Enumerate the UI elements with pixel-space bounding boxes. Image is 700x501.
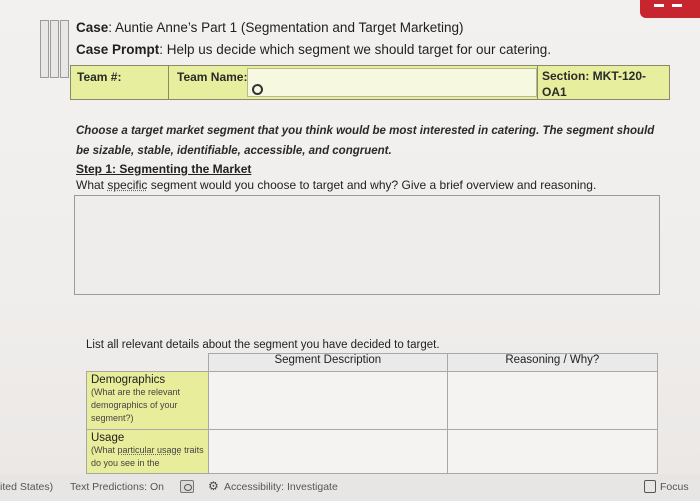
team-number-label: Team #: [77, 70, 122, 84]
row-hint: (What are the relevant demographics of y… [91, 387, 181, 423]
reasoning-cell[interactable] [446, 429, 659, 474]
document-page: Case: Auntie Anne’s Part 1 (Segmentation… [0, 0, 700, 474]
instruction-text: Choose a target market segment that you … [76, 125, 655, 157]
row-label: Demographics (What are the relevant demo… [86, 371, 209, 430]
accessibility-status[interactable]: Accessibility: Investigate [224, 481, 338, 493]
table-header: Reasoning / Why? [446, 353, 659, 372]
language-indicator[interactable]: ited States) [0, 481, 53, 493]
selection-handles [40, 20, 70, 102]
section-line-1: Section: MKT-120- [542, 69, 647, 83]
case-title: Case: Auntie Anne’s Part 1 (Segmentation… [76, 20, 464, 35]
focus-button[interactable]: Focus [660, 481, 689, 493]
hint-emphasis: particular usage [117, 445, 182, 455]
selection-handle [40, 20, 49, 78]
segment-table: Segment Description Reasoning / Why? Dem… [86, 353, 659, 474]
prompt-label: Case Prompt [76, 42, 160, 57]
accessibility-icon[interactable]: ⚙ [208, 479, 219, 493]
team-name-field[interactable] [247, 68, 537, 97]
text-predictions-status[interactable]: Text Predictions: On [70, 481, 164, 493]
answer-text-box[interactable] [74, 195, 660, 295]
divider [537, 66, 538, 99]
row-label: Usage (What particular usage traits do y… [86, 429, 209, 474]
table-row: Demographics (What are the relevant demo… [86, 371, 659, 430]
row-title: Demographics [91, 374, 166, 386]
hint-text: (What [91, 445, 118, 455]
selection-handle [60, 20, 69, 78]
focus-icon[interactable] [644, 480, 656, 493]
table-header-row: Segment Description Reasoning / Why? [86, 353, 659, 372]
segment-description-cell[interactable] [208, 429, 448, 474]
case-label: Case [76, 20, 109, 35]
text-predictions-icon[interactable] [180, 480, 194, 493]
segment-description-cell[interactable] [208, 371, 448, 430]
status-bar: ited States) Text Predictions: On ⚙ Acce… [0, 474, 700, 501]
row-title: Usage [91, 432, 125, 444]
case-prompt: Case Prompt: Help us decide which segmen… [76, 42, 551, 57]
section-label: Section: MKT-120- OA1 [542, 68, 646, 100]
table-header: Segment Description [208, 353, 448, 372]
prompt-text: : Help us decide which segment we should… [159, 42, 551, 57]
table-header [86, 353, 209, 372]
step-title: Step 1: Segmenting the Market [76, 162, 252, 176]
selection-handle [50, 20, 59, 78]
segment-table-intro: List all relevant details about the segm… [86, 339, 440, 351]
table-row: Usage (What particular usage traits do y… [86, 429, 659, 474]
case-text: : Auntie Anne’s Part 1 (Segmentation and… [108, 20, 464, 35]
row-hint: (What particular usage traits do you see… [91, 444, 204, 470]
question-text: What [76, 178, 108, 192]
question-text: segment would you choose to target and w… [147, 178, 597, 192]
section-line-2: OA1 [542, 85, 567, 99]
team-info-bar: Team #: Team Name: Section: MKT-120- OA1 [70, 65, 670, 100]
cursor-circle-icon [252, 84, 263, 95]
step-question: What specific segment would you choose t… [76, 178, 596, 192]
question-emphasis: specific [107, 178, 148, 192]
divider [168, 66, 169, 99]
red-corner-decoration [640, 0, 700, 18]
team-name-label: Team Name: [177, 70, 248, 84]
reasoning-cell[interactable] [446, 371, 659, 430]
